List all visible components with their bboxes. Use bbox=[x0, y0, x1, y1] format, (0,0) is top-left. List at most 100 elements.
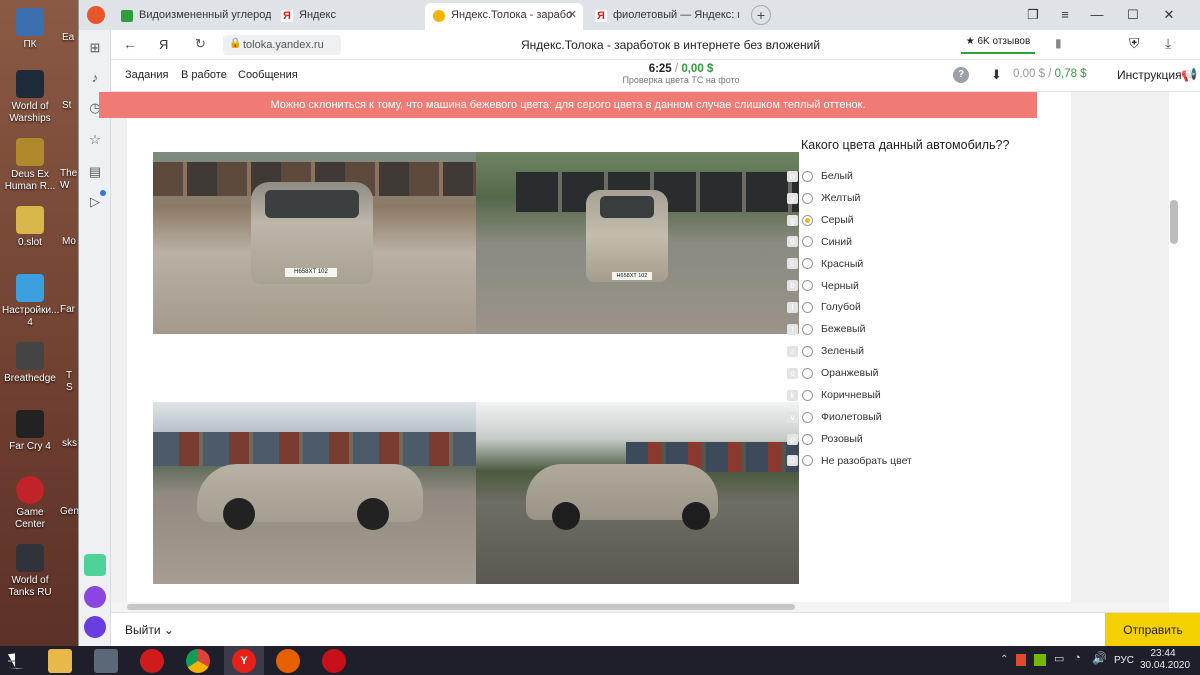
nav-messages[interactable]: Сообщения bbox=[238, 69, 298, 81]
desktop-icon-breathedge[interactable]: Breathedge bbox=[2, 342, 58, 385]
radio-button[interactable] bbox=[802, 345, 813, 357]
color-option[interactable]: d Синий bbox=[787, 233, 852, 251]
color-option[interactable]: 0 Не разобрать цвет bbox=[787, 452, 912, 470]
opera-icon[interactable] bbox=[140, 649, 164, 673]
favorites-icon[interactable]: ☆ bbox=[85, 130, 105, 150]
color-option[interactable]: l Голубой bbox=[787, 298, 861, 316]
bookmarks-panel-icon[interactable]: ❐ bbox=[1019, 4, 1047, 26]
radio-button[interactable] bbox=[802, 258, 813, 270]
color-option[interactable]: g Серый bbox=[787, 211, 854, 229]
url-field[interactable]: 🔒 toloka.yandex.ru bbox=[223, 35, 341, 55]
nvidia-icon[interactable] bbox=[1034, 654, 1046, 666]
color-option[interactable]: r Красный bbox=[787, 255, 863, 273]
desktop-icon-farcry[interactable]: Far Cry 4 bbox=[2, 410, 58, 453]
tab-yandex[interactable]: Я Яндекс bbox=[273, 3, 421, 30]
tray-app-icon[interactable] bbox=[1016, 654, 1026, 666]
language-indicator[interactable]: РУС bbox=[1114, 655, 1134, 666]
radio-button[interactable] bbox=[802, 389, 813, 401]
tray-arrow-icon[interactable]: ⌃ bbox=[1000, 654, 1008, 665]
alice-icon[interactable] bbox=[84, 586, 106, 608]
car-photo-left[interactable] bbox=[153, 402, 476, 584]
reload-icon[interactable]: ↻ bbox=[195, 36, 206, 52]
color-option[interactable]: z Зеленый bbox=[787, 342, 864, 360]
radio-button[interactable] bbox=[802, 170, 813, 182]
desktop-icon-wot[interactable]: World of Tanks RU bbox=[2, 544, 58, 599]
color-option[interactable]: p Розовый bbox=[787, 430, 863, 448]
car-photo-right[interactable] bbox=[476, 402, 799, 584]
radio-button[interactable] bbox=[802, 302, 813, 314]
exit-button[interactable]: Выйти ⌄ bbox=[125, 623, 174, 637]
radio-button[interactable] bbox=[802, 214, 813, 226]
firefox-icon[interactable] bbox=[276, 649, 300, 673]
hotkey-badge: o bbox=[787, 367, 798, 379]
download-icon[interactable]: ⤓ bbox=[1165, 35, 1171, 52]
desktop-icon-slot[interactable]: 0.slot bbox=[2, 206, 58, 249]
color-option[interactable]: b Черный bbox=[787, 277, 859, 295]
reviews-badge[interactable]: ★ 6K отзывов bbox=[961, 34, 1035, 54]
tab-toloka[interactable]: Яндекс.Толока - зарабо ✕ bbox=[425, 3, 583, 30]
radio-button[interactable] bbox=[802, 411, 813, 423]
maximize-icon[interactable]: ☐ bbox=[1119, 4, 1147, 26]
color-option[interactable]: w Белый bbox=[787, 167, 853, 185]
megaphone-icon[interactable]: 📢 bbox=[1181, 67, 1197, 83]
tab-search[interactable]: Яфиолетовый — Яндекс: на bbox=[587, 3, 739, 30]
messenger-icon[interactable] bbox=[84, 554, 106, 576]
radio-button[interactable] bbox=[802, 324, 813, 336]
hscroll-thumb[interactable] bbox=[127, 604, 795, 610]
option-label: Фиолетовый bbox=[821, 410, 882, 423]
explorer-icon[interactable] bbox=[48, 649, 72, 673]
yandex-logo-icon[interactable]: Я bbox=[159, 37, 168, 52]
car-photo-front[interactable]: Н658ХТ 102 bbox=[153, 152, 476, 334]
radio-button[interactable] bbox=[802, 433, 813, 445]
new-tab-button[interactable]: + bbox=[751, 5, 771, 25]
wifi-icon[interactable]: ◔ bbox=[1074, 652, 1081, 664]
radio-button[interactable] bbox=[802, 367, 813, 379]
collections-icon[interactable]: ▤ bbox=[85, 162, 105, 182]
instruction-button[interactable]: Инструкция bbox=[1117, 68, 1182, 82]
browser-profile-icon[interactable] bbox=[87, 6, 105, 24]
taskbar-active-yandex[interactable]: Y bbox=[224, 646, 264, 675]
windows-start-icon[interactable] bbox=[8, 653, 24, 669]
help-icon[interactable]: ? bbox=[953, 67, 969, 83]
assistant-icon[interactable] bbox=[84, 616, 106, 638]
notifications-icon[interactable]: ♪ bbox=[85, 68, 105, 88]
radio-button[interactable] bbox=[802, 236, 813, 248]
submit-button[interactable]: Отправить bbox=[1105, 613, 1200, 647]
horizontal-scrollbar[interactable] bbox=[111, 602, 1169, 612]
minimize-icon[interactable]: — bbox=[1083, 4, 1111, 26]
close-window-icon[interactable]: ✕ bbox=[1155, 4, 1183, 26]
protect-icon[interactable]: ⛨ bbox=[1129, 35, 1140, 52]
desktop-icon-deusex[interactable]: Deus Ex Human R... bbox=[2, 138, 58, 193]
color-option[interactable]: k Коричневый bbox=[787, 386, 881, 404]
scroll-thumb[interactable] bbox=[1170, 200, 1178, 244]
tabs-grid-icon[interactable]: ⊞ bbox=[85, 38, 105, 58]
volume-icon[interactable]: 🔊 bbox=[1092, 651, 1107, 665]
radio-button[interactable] bbox=[802, 192, 813, 204]
desktop-icon-wows[interactable]: World of Warships bbox=[2, 70, 58, 125]
color-option[interactable]: v Фиолетовый bbox=[787, 408, 882, 426]
radio-button[interactable] bbox=[802, 455, 813, 467]
desktop-icon-gamecenter[interactable]: Game Center bbox=[2, 476, 58, 531]
color-option[interactable]: t Бежевый bbox=[787, 320, 865, 338]
car-photo-rear[interactable]: Н658ХТ 102 bbox=[476, 152, 799, 334]
menu-icon[interactable]: ≡ bbox=[1051, 4, 1079, 26]
chrome-icon[interactable] bbox=[186, 649, 210, 673]
clock[interactable]: 23:44 30.04.2020 bbox=[1140, 648, 1190, 672]
nav-in-progress[interactable]: В работе bbox=[181, 69, 227, 81]
close-tab-icon[interactable]: ✕ bbox=[568, 3, 577, 28]
tab-hd-video[interactable]: Видоизмененный углерод bbox=[113, 3, 271, 30]
back-icon[interactable]: ← bbox=[123, 36, 137, 52]
star-icon: ★ bbox=[965, 36, 975, 47]
color-option[interactable]: o Оранжевый bbox=[787, 364, 879, 382]
withdraw-icon[interactable]: ⬇ bbox=[991, 67, 1002, 83]
desktop-icon-pc[interactable]: ПК bbox=[2, 8, 58, 51]
opera-gx-icon[interactable] bbox=[322, 649, 346, 673]
bookmark-icon[interactable]: ▮ bbox=[1055, 36, 1062, 50]
color-option[interactable]: y Желтый bbox=[787, 189, 860, 207]
network-icon[interactable]: ▭ bbox=[1054, 652, 1064, 665]
nav-tasks[interactable]: Задания bbox=[125, 69, 168, 81]
vertical-scrollbar[interactable] bbox=[1169, 92, 1200, 602]
desktop-icon-settings[interactable]: Настройки... 4 bbox=[2, 274, 59, 329]
app-icon[interactable] bbox=[94, 649, 118, 673]
radio-button[interactable] bbox=[802, 280, 813, 292]
